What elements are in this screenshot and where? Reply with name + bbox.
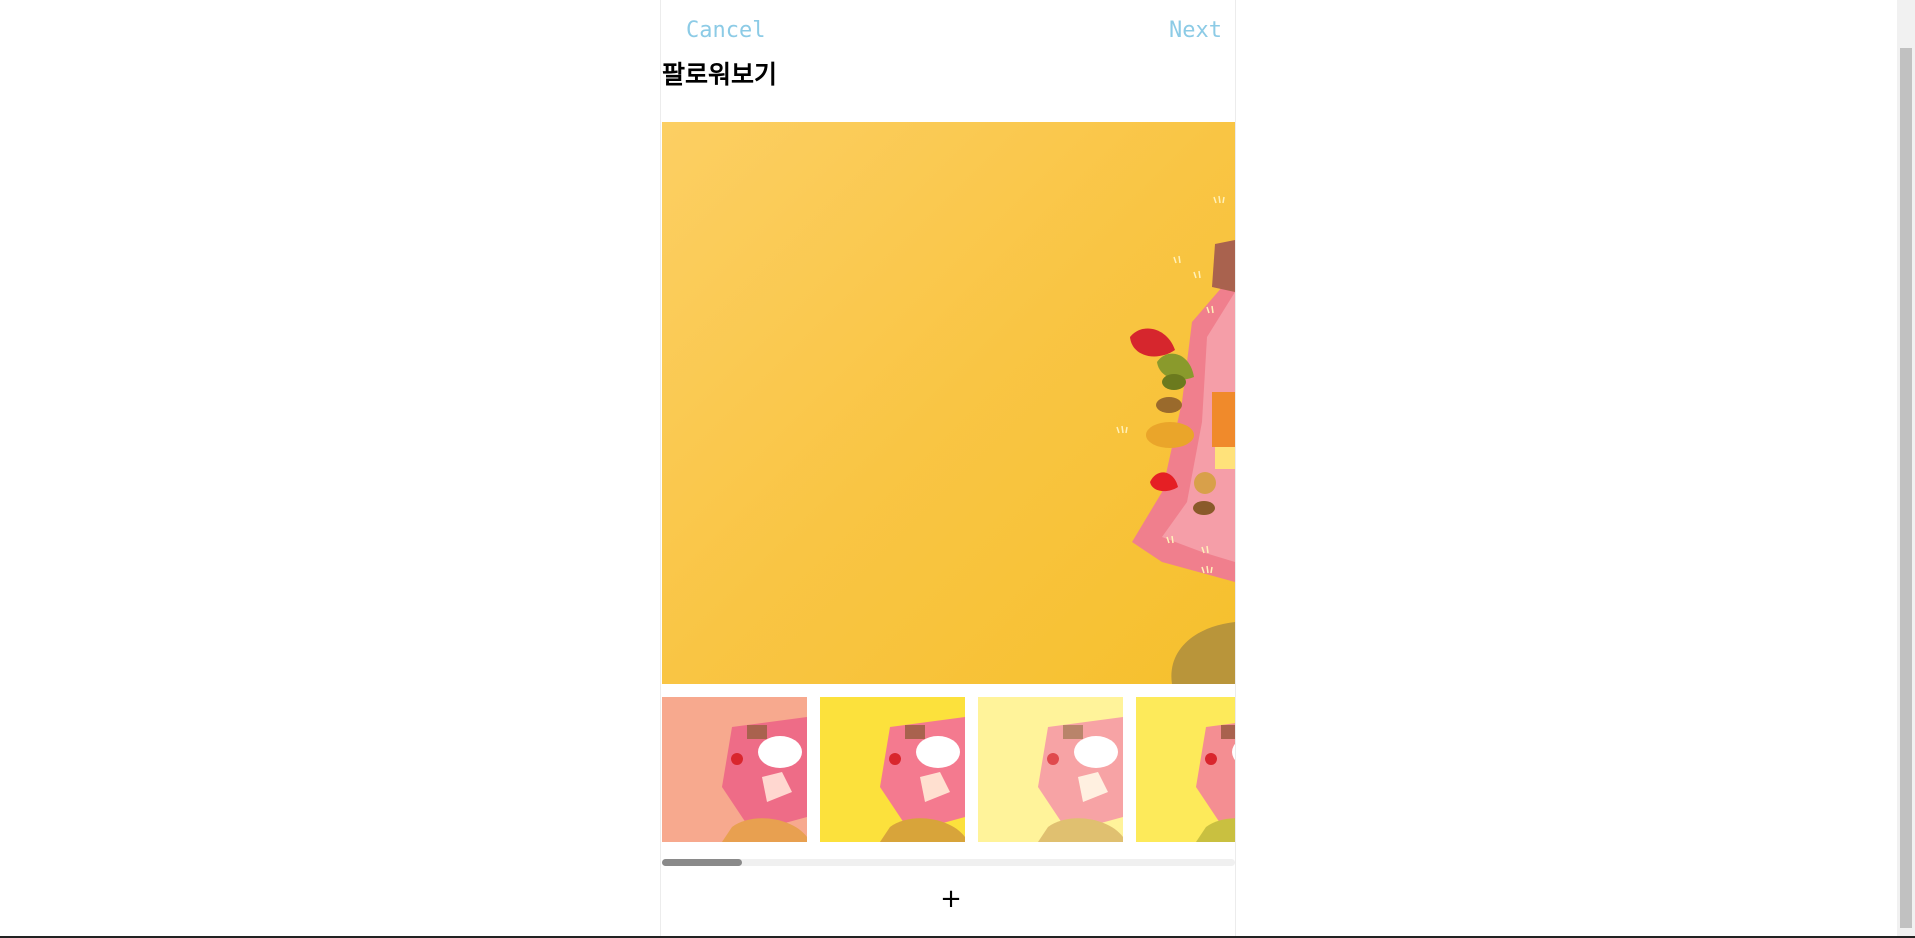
thumbnail-image	[978, 697, 1123, 842]
page-scrollbar-thumb[interactable]	[1900, 48, 1912, 928]
filter-thumbnail-lemon[interactable]	[1136, 697, 1235, 842]
editor-panel: Cancel Next 팔로워보기 +	[660, 0, 1236, 936]
filter-thumbnail-warm-pink[interactable]	[662, 697, 807, 842]
page: Cancel Next 팔로워보기 +	[0, 0, 1915, 938]
thumbnail-scrollbar[interactable]	[662, 859, 1235, 866]
thumbnail-image	[1136, 697, 1235, 842]
filter-thumbnail-pale-yellow[interactable]	[978, 697, 1123, 842]
preview-image	[662, 122, 1235, 684]
add-button[interactable]: +	[936, 884, 966, 914]
filter-thumbnail-strip[interactable]	[662, 697, 1235, 842]
page-scrollbar[interactable]	[1897, 0, 1915, 936]
thumbnail-image	[662, 697, 807, 842]
thumbnail-scrollbar-thumb[interactable]	[662, 859, 742, 866]
cancel-button[interactable]: Cancel	[686, 18, 765, 43]
page-title: 팔로워보기	[662, 60, 778, 89]
filter-thumbnail-bright-yellow[interactable]	[820, 697, 965, 842]
next-button[interactable]: Next	[1169, 18, 1222, 43]
photo-preview[interactable]	[662, 122, 1235, 684]
thumbnail-image	[820, 697, 965, 842]
